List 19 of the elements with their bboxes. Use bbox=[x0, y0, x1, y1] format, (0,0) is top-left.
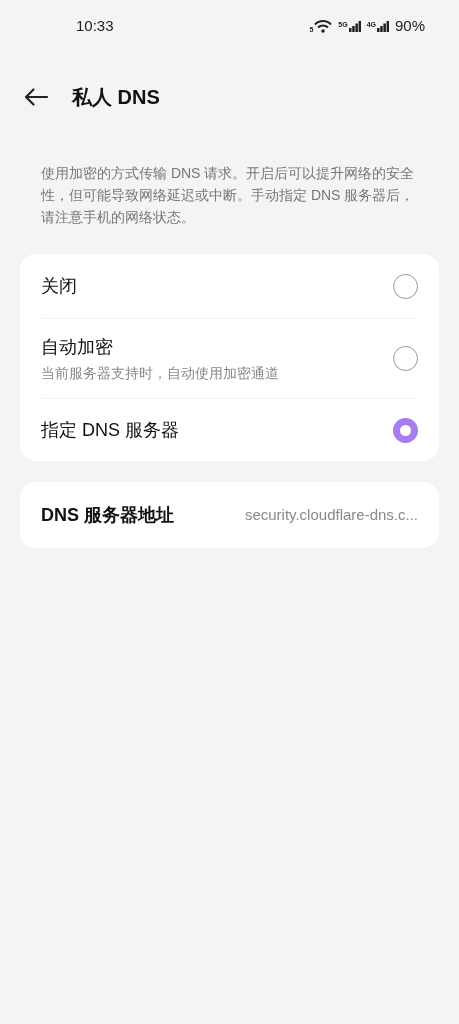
battery-percent: 90% bbox=[394, 15, 425, 36]
server-address-value: security.cloudflare-dns.c... bbox=[244, 504, 418, 525]
option-label[interactable]: 自动加密 bbox=[41, 333, 279, 361]
option-label[interactable]: 指定 DNS 服务器 bbox=[41, 416, 179, 444]
option-description: 当前服务器支持时，自动使用加密通道 bbox=[41, 363, 279, 383]
radio-button[interactable] bbox=[393, 417, 418, 443]
back-icon bbox=[24, 88, 48, 106]
signal-icon bbox=[348, 20, 361, 32]
radio-button[interactable] bbox=[393, 346, 418, 371]
status-time: 10:33 bbox=[76, 15, 114, 36]
page-title: 私人 DNS bbox=[72, 85, 160, 110]
radio-button[interactable] bbox=[393, 273, 418, 299]
server-address-row[interactable]: DNS 服务器地址 security.cloudflare-dns.c... bbox=[20, 482, 439, 548]
server-address-label: DNS 服务器地址 bbox=[41, 503, 174, 527]
description-text: 使用加密的方式传输 DNS 请求。开启后可以提升网络的安全性，但可能导致网络延迟或中断。手动指定 DNS 服务器后，请注意手机的网络状态。 bbox=[39, 164, 416, 227]
signal-icon bbox=[376, 20, 389, 32]
wifi-icon bbox=[314, 19, 333, 33]
option-label[interactable]: 关闭 bbox=[41, 272, 77, 300]
back-button[interactable] bbox=[24, 88, 48, 106]
